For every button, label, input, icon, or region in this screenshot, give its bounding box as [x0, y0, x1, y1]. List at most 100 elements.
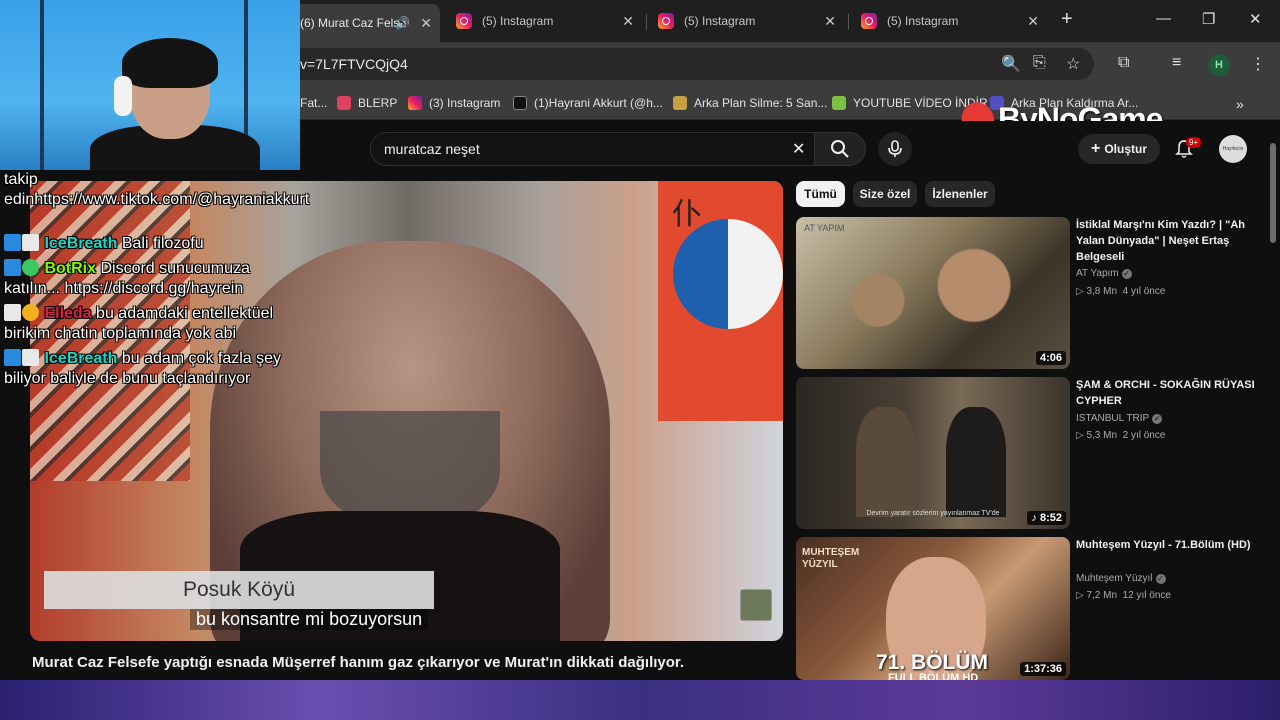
badge-icon [4, 259, 21, 276]
chip-for-you[interactable]: Size özel [853, 181, 917, 207]
menu-icon[interactable]: ⋮ [1250, 54, 1266, 74]
address-text[interactable]: v=7L7FTVCQjQ4 [300, 56, 408, 72]
close-icon[interactable]: ✕ [1027, 13, 1039, 30]
instagram-icon [408, 96, 422, 110]
location-subtitle: Posuk Köyü [44, 571, 434, 609]
create-button[interactable]: + Oluştur [1078, 134, 1160, 164]
chip-all[interactable]: Tümü [796, 181, 845, 207]
webcam-background [40, 0, 44, 170]
recommendation-meta: ▷ 5,3 Mn 2 yıl önce [1076, 430, 1166, 441]
chat-message: BotRix Discord sunucumuza katılın... htt… [4, 259, 250, 297]
headset-icon [114, 76, 132, 116]
tab-youtube[interactable]: (6) Murat Caz Felse 🔊 ✕ [290, 4, 440, 42]
tiktok-icon [513, 96, 527, 110]
subscriber-badge-icon [22, 304, 39, 321]
instagram-icon [861, 13, 877, 29]
new-tab-icon[interactable]: + [1061, 8, 1073, 31]
extensions-icon[interactable]: ⧉ [1118, 54, 1129, 72]
channel-watermark-icon[interactable] [740, 589, 772, 621]
microphone-icon [888, 140, 902, 157]
tab-separator [848, 14, 849, 30]
recommendation-title[interactable]: Muhteşem Yüzyıl - 71.Bölüm (HD) [1076, 537, 1256, 553]
minimize-icon[interactable]: — [1156, 10, 1171, 27]
video-caption: bu konsantre mi bozuyorsun [190, 609, 429, 630]
verified-icon: ✓ [1155, 574, 1166, 584]
chip-watched[interactable]: İzlenenler [925, 181, 995, 207]
streamer-hair [122, 38, 218, 88]
recommendation-title[interactable]: İstiklal Marşı'nı Kim Yazdı? | "Ah Yalan… [1076, 217, 1256, 265]
zoom-icon[interactable]: 🔍 [1001, 54, 1021, 74]
tab-label: (5) Instagram [684, 14, 756, 28]
badge-icon [22, 349, 39, 366]
media-icon[interactable]: ≡ [1172, 54, 1181, 72]
recommendation-thumbnail[interactable]: MUHTEŞEM YÜZYIL 71. BÖLÜM FULL BÖLÜM HD … [796, 537, 1070, 680]
chat-message: Elleda bu adamdaki entellektüel birikim … [4, 304, 274, 342]
channel-avatar[interactable]: Hayrlecin [1219, 135, 1247, 163]
close-icon[interactable]: ✕ [420, 15, 432, 32]
tab-instagram-3[interactable]: (5) Instagram ✕ [851, 6, 1047, 36]
thumbnail-art [796, 217, 1070, 369]
thumbnail-subtitle: FULL BÖLÜM HD [888, 672, 979, 680]
recommendation-thumbnail[interactable]: AT YAPIM 4:06 [796, 217, 1070, 369]
badge-icon [4, 304, 21, 321]
duration-badge: ♪ 8:52 [1027, 511, 1066, 525]
thumbnail-label: MUHTEŞEM YÜZYIL [802, 547, 860, 570]
bookmark-item[interactable]: Arka Plan Silme: 5 San... [673, 96, 827, 110]
search-button[interactable] [814, 132, 866, 166]
duration-badge: 1:37:36 [1020, 662, 1066, 676]
blerp-icon [337, 96, 351, 110]
thumbnail-art [856, 407, 916, 517]
tab-separator [646, 14, 647, 30]
speaker-icon: 🔊 [395, 16, 410, 30]
recommendation-channel[interactable]: ISTANBUL TRIP ✓ [1076, 413, 1163, 424]
bookmark-favicon-icon [673, 96, 687, 110]
install-icon[interactable]: ⎘ [1033, 54, 1046, 72]
recommendation-meta: ▷ 3,8 Mn 4 yıl önce [1076, 286, 1166, 297]
stream-chat: takip edinhttps://www.tiktok.com/@hayran… [0, 170, 310, 400]
instagram-icon [456, 13, 472, 29]
bookmark-item[interactable]: (1)Hayrani Akkurt (@h... [513, 96, 663, 110]
stream-bottom-banner [0, 680, 1280, 720]
yin-yang-icon [673, 219, 783, 329]
restore-icon[interactable]: ❐ [1202, 10, 1215, 28]
recommendation-channel[interactable]: Muhteşem Yüzyıl ✓ [1076, 573, 1166, 584]
chat-message: IceBreath bu adam çok fazla şey biliyor … [4, 349, 282, 387]
tab-instagram-2[interactable]: (5) Instagram ✕ [648, 6, 844, 36]
more-bookmarks-icon[interactable]: » [1236, 96, 1244, 112]
recommendation-meta: ▷ 7,2 Mn 12 yıl önce [1076, 590, 1171, 601]
chat-message: takip edinhttps://www.tiktok.com/@hayran… [4, 171, 310, 208]
badge-icon [22, 234, 39, 251]
bookmark-item[interactable]: (3) Instagram [408, 96, 500, 110]
notification-badge: 9+ [1186, 137, 1202, 148]
poster-glyph: 仆 [672, 197, 702, 232]
star-icon[interactable]: ☆ [1066, 54, 1080, 74]
download-icon [832, 96, 846, 110]
tab-instagram-1[interactable]: (5) Instagram ✕ [446, 6, 642, 36]
thumbnail-art [946, 407, 1006, 517]
search-icon [831, 140, 849, 158]
close-window-icon[interactable]: ✕ [1249, 10, 1262, 28]
plus-icon: + [1090, 140, 1101, 157]
video-title: Murat Caz Felsefe yaptığı esnada Müşerre… [32, 654, 685, 671]
voice-search-button[interactable] [878, 132, 912, 166]
profile-avatar[interactable]: H [1208, 54, 1230, 76]
verified-icon: ✓ [1152, 414, 1163, 424]
badge-icon [4, 349, 21, 366]
verified-badge-icon [22, 259, 39, 276]
close-icon[interactable]: ✕ [622, 13, 634, 30]
clear-search-icon[interactable]: ✕ [792, 139, 805, 159]
recommendation-channel[interactable]: AT Yapım ✓ [1076, 268, 1132, 279]
instagram-icon [658, 13, 674, 29]
duration-badge: 4:06 [1035, 351, 1066, 365]
badge-icon [4, 234, 21, 251]
tab-label: (5) Instagram [482, 14, 554, 28]
recommendation-title[interactable]: ŞAM & ORCHI - SOKAĞIN RÜYASI CYPHER [1076, 377, 1256, 409]
close-icon[interactable]: ✕ [824, 13, 836, 30]
search-query[interactable]: muratcaz neşet [384, 141, 480, 157]
bookmark-item[interactable]: BLERP [337, 96, 397, 110]
streamer-webcam [0, 0, 300, 170]
bookmark-item[interactable]: Fat... [300, 96, 327, 110]
scrollbar-thumb[interactable] [1270, 143, 1276, 243]
recommendation-thumbnail[interactable]: Devrim yaratır sözlerim yayınlanmaz TV'd… [796, 377, 1070, 529]
thumbnail-label: AT YAPIM [804, 223, 845, 233]
